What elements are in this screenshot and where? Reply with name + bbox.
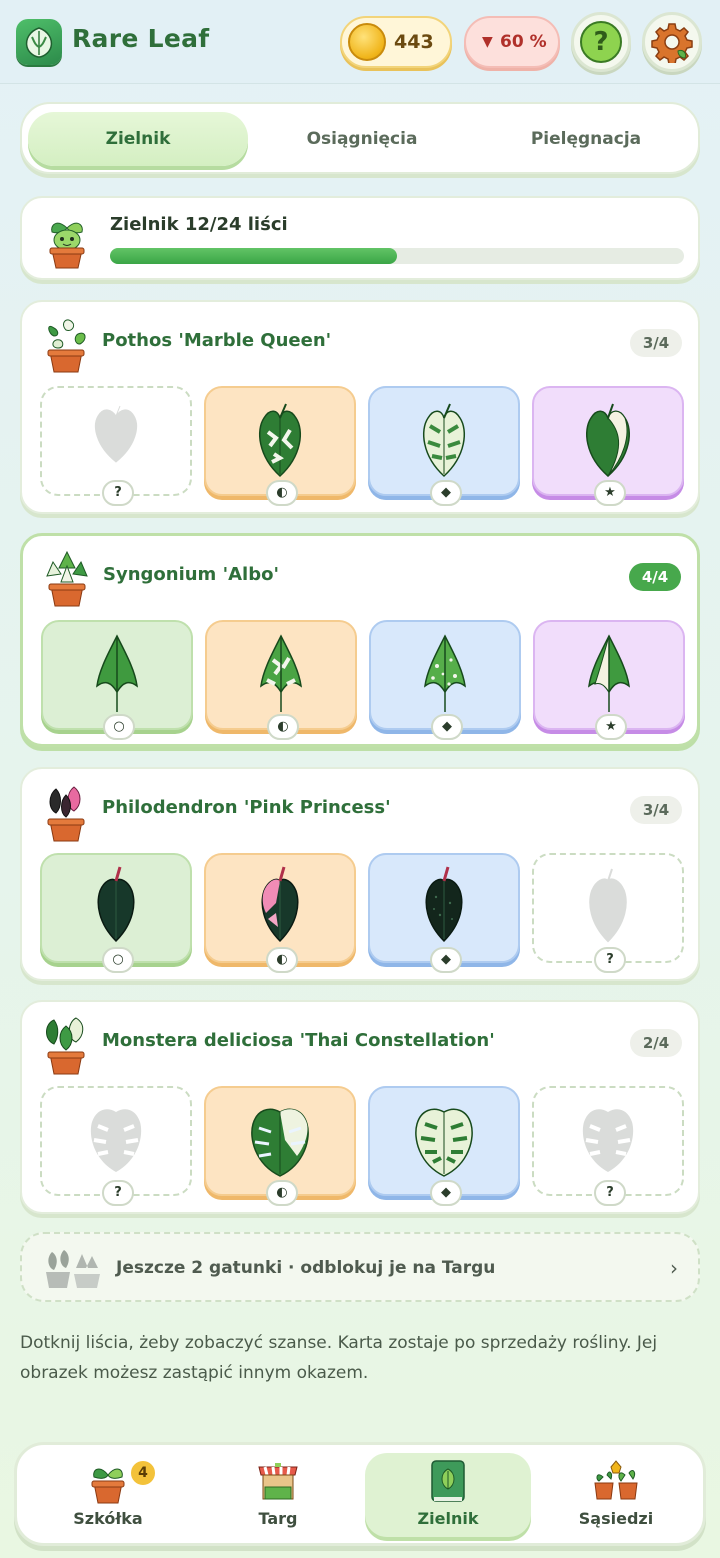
collection-progress-card: Zielnik 12/24 liści [20, 196, 700, 280]
locked-badge: ? [594, 1180, 626, 1206]
species-count-badge: 3/4 [630, 796, 682, 824]
diamond-badge: ◆ [430, 1180, 462, 1206]
half-moon-badge: ◐ [266, 947, 298, 973]
progress-bar-fill [110, 248, 397, 264]
help-hint-text: Dotknij liścia, żeby zobaczyć szanse. Ka… [20, 1333, 658, 1383]
app-logo-icon [16, 19, 62, 65]
species-count-badge: 3/4 [630, 329, 682, 357]
diamond-badge: ◆ [431, 714, 463, 740]
species-card-syngonium: Syngonium 'Albo' 4/4 ○ ◐ ◆ ★ [20, 533, 700, 747]
diamond-badge: ◆ [430, 480, 462, 506]
leaf-slot-locked[interactable]: ? [532, 1086, 684, 1206]
philodendron-plant-icon [42, 781, 90, 847]
species-card-monstera: Monstera deliciosa 'Thai Constellation' … [20, 1000, 700, 1214]
star-badge: ★ [594, 480, 626, 506]
leaf-slot-half-variegated[interactable]: ◐ [204, 1086, 356, 1206]
settings-button[interactable] [642, 12, 702, 72]
leaf-slot-rare[interactable]: ◆ [368, 386, 520, 506]
locked-plants-icon [42, 1246, 102, 1294]
species-name: Pothos 'Marble Queen' [102, 330, 332, 351]
nav-zielnik[interactable]: Zielnik [365, 1453, 531, 1537]
unlock-more-species-banner[interactable]: Jeszcze 2 gatunki · odblokuj je na Targu… [20, 1232, 700, 1302]
plant-mascot-icon [42, 208, 92, 274]
progress-bar [110, 248, 684, 264]
coin-icon [348, 23, 386, 61]
nursery-count-badge: 4 [129, 1459, 157, 1487]
species-name: Philodendron 'Pink Princess' [102, 797, 391, 818]
tab-zielnik[interactable]: Zielnik [28, 112, 248, 166]
leaf-slot-rare[interactable]: ◆ [369, 620, 521, 740]
leaf-slot-half-variegated[interactable]: ◐ [204, 853, 356, 973]
circle-badge: ○ [103, 714, 135, 740]
leaf-slot-half-variegated[interactable]: ◐ [204, 386, 356, 506]
locked-badge: ? [102, 1180, 134, 1206]
leaf-slot-locked[interactable]: ? [532, 853, 684, 973]
leaf-slot-common[interactable]: ○ [41, 620, 193, 740]
nav-sasiedzi[interactable]: Sąsiedzi [533, 1453, 699, 1537]
leaf-slot-half-variegated[interactable]: ◐ [205, 620, 357, 740]
question-bubble-icon: ? [580, 21, 622, 63]
leaf-slot-locked[interactable]: ? [40, 1086, 192, 1206]
nav-targ[interactable]: Targ [195, 1453, 361, 1537]
progress-label: Zielnik 12/24 liści [110, 214, 288, 235]
nav-szkolka[interactable]: 4 Szkółka [25, 1453, 191, 1537]
circle-badge: ○ [102, 947, 134, 973]
coin-value: 443 [394, 31, 434, 53]
bottom-navigation: 4 Szkółka Targ Zielnik Sąsiedzi [14, 1442, 706, 1546]
unlock-text: Jeszcze 2 gatunki · odblokuj je na Targu [116, 1258, 496, 1278]
down-arrow-icon: ▼ [482, 34, 493, 50]
nav-label: Targ [258, 1509, 298, 1528]
species-card-philodendron: Philodendron 'Pink Princess' 3/4 ○ ◐ ◆ ? [20, 767, 700, 981]
nav-label: Zielnik [417, 1509, 479, 1528]
half-moon-badge: ◐ [267, 714, 299, 740]
leaf-slot-locked[interactable]: ? [40, 386, 192, 506]
species-card-pothos: Pothos 'Marble Queen' 3/4 ? ◐ ◆ ★ [20, 300, 700, 514]
locked-badge: ? [102, 480, 134, 506]
gear-icon [651, 21, 693, 65]
mood-indicator[interactable]: ▼ 60 % [464, 16, 560, 68]
half-moon-badge: ◐ [266, 1180, 298, 1206]
syngonium-plant-icon [43, 548, 91, 612]
locked-badge: ? [594, 947, 626, 973]
species-name: Monstera deliciosa 'Thai Constellation' [102, 1030, 495, 1051]
help-button[interactable]: ? [571, 12, 631, 72]
diamond-badge: ◆ [430, 947, 462, 973]
species-count-badge: 4/4 [629, 563, 681, 591]
section-tabs: Zielnik Osiągnięcia Pielęgnacja [20, 102, 700, 174]
leaf-slot-epic[interactable]: ★ [533, 620, 685, 740]
leaf-slot-rare[interactable]: ◆ [368, 853, 520, 973]
half-moon-badge: ◐ [266, 480, 298, 506]
app-title: Rare Leaf [72, 24, 210, 53]
monstera-plant-icon [42, 1014, 90, 1080]
top-bar: Rare Leaf 443 ▼ 60 % ? [0, 0, 720, 84]
leaf-slot-epic[interactable]: ★ [532, 386, 684, 506]
nav-label: Sąsiedzi [578, 1509, 654, 1528]
tab-pielegnacja[interactable]: Pielęgnacja [476, 112, 696, 166]
species-name: Syngonium 'Albo' [103, 564, 279, 585]
leaf-slot-common[interactable]: ○ [40, 853, 192, 973]
tab-osiagniecia[interactable]: Osiągnięcia [252, 112, 472, 166]
leaf-slot-rare[interactable]: ◆ [368, 1086, 520, 1206]
pothos-plant-icon [42, 314, 90, 378]
coin-balance[interactable]: 443 [340, 16, 452, 68]
mood-value: 60 % [500, 32, 547, 52]
chevron-right-icon: › [670, 1256, 678, 1280]
nav-label: Szkółka [73, 1509, 143, 1528]
star-badge: ★ [595, 714, 627, 740]
species-count-badge: 2/4 [630, 1029, 682, 1057]
